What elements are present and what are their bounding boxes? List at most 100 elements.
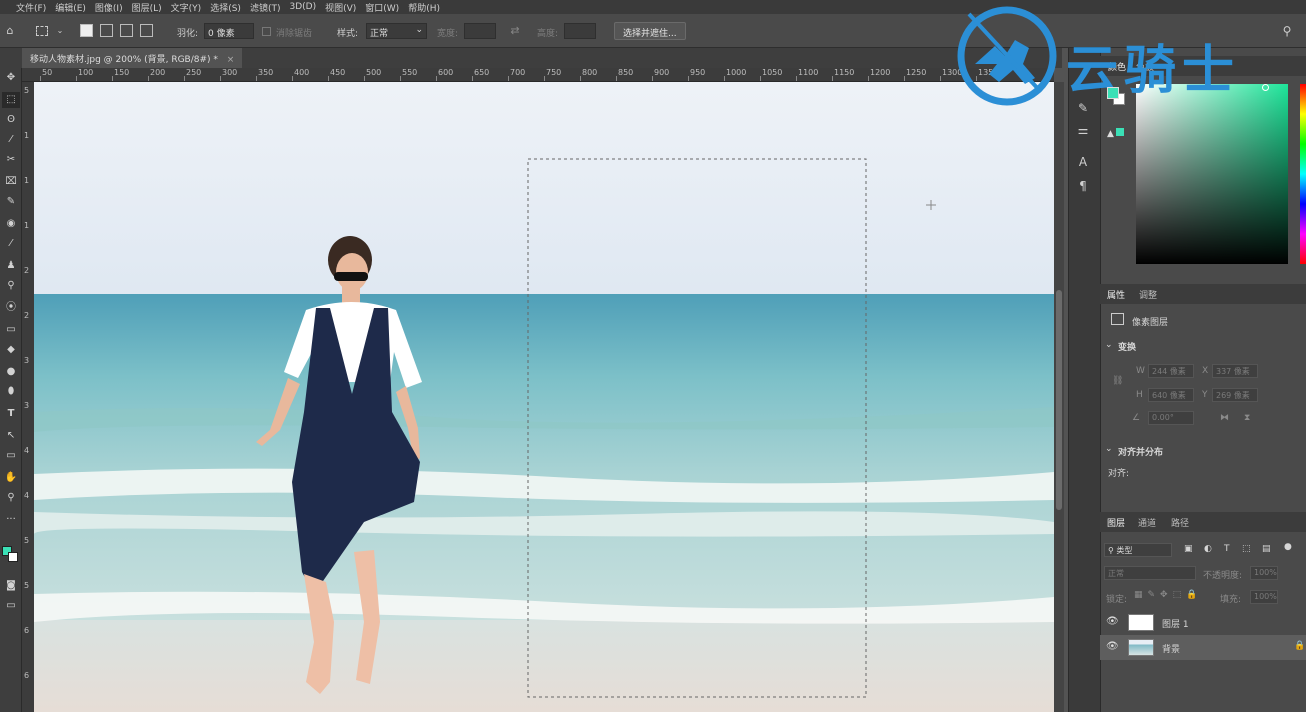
history-brush-tool-icon[interactable]: ⚲ xyxy=(2,278,20,294)
marquee-tool-preset-icon[interactable] xyxy=(36,26,48,36)
transform-height-input[interactable]: 640 像素 xyxy=(1148,388,1194,402)
transform-y-input[interactable]: 269 像素 xyxy=(1212,388,1258,402)
blend-mode-select[interactable]: 正常 xyxy=(1104,566,1196,580)
height-input[interactable] xyxy=(564,23,596,39)
filter-toggle-icon[interactable]: ● xyxy=(1284,542,1292,552)
color-picker-marker[interactable] xyxy=(1262,84,1269,91)
tab-paths[interactable]: 路径 xyxy=(1171,516,1189,529)
pen-tool-icon[interactable]: ⬮ xyxy=(2,384,20,400)
close-tab-icon[interactable]: × xyxy=(227,55,235,65)
layer-name[interactable]: 背景 xyxy=(1162,642,1180,655)
filter-shape-icon[interactable]: ⬚ xyxy=(1242,544,1251,554)
tab-channels[interactable]: 通道 xyxy=(1138,516,1156,529)
transform-width-input[interactable]: 244 像素 xyxy=(1148,364,1194,378)
paragraph-icon[interactable]: ¶ xyxy=(1074,178,1092,194)
zoom-tool-icon[interactable]: ⚲ xyxy=(2,490,20,506)
healing-brush-tool-icon[interactable]: ◉ xyxy=(2,216,20,232)
flip-horizontal-icon[interactable]: ⧓ xyxy=(1220,413,1229,423)
menu-view[interactable]: 视图(V) xyxy=(325,1,356,14)
menu-edit[interactable]: 编辑(E) xyxy=(55,1,86,14)
tab-adjustments[interactable]: 调整 xyxy=(1139,288,1157,301)
swap-icon[interactable]: ⇄ xyxy=(509,25,521,37)
menu-layer[interactable]: 图层(L) xyxy=(132,1,162,14)
eyedropper-tool-icon[interactable]: ✎ xyxy=(2,194,20,210)
menu-help[interactable]: 帮助(H) xyxy=(408,1,440,14)
fill-input[interactable]: 100% xyxy=(1250,590,1278,604)
background-color-swatch[interactable] xyxy=(8,552,18,562)
type-tool-icon[interactable]: T xyxy=(2,406,20,422)
fill-label: 填充: xyxy=(1220,595,1242,605)
visibility-eye-icon[interactable]: 👁 xyxy=(1106,616,1119,627)
search-icon[interactable]: ⚲ xyxy=(1281,25,1293,37)
menu-window[interactable]: 窗口(W) xyxy=(365,1,399,14)
tab-layers[interactable]: 图层 xyxy=(1107,516,1125,529)
marquee-tool-icon[interactable]: ⬚ xyxy=(2,92,20,108)
warning-icon[interactable]: ▲ xyxy=(1107,128,1124,139)
move-tool-icon[interactable]: ✥ xyxy=(2,70,20,86)
visibility-eye-icon[interactable]: 👁 xyxy=(1106,641,1119,652)
transform-header[interactable]: 变换 xyxy=(1118,340,1136,353)
filter-type-icon[interactable]: T xyxy=(1224,544,1230,554)
add-to-selection-icon[interactable] xyxy=(100,24,113,37)
chevron-down-icon[interactable]: ⌄ xyxy=(1105,444,1113,454)
layer-row[interactable]: 👁 图层 1 xyxy=(1100,610,1306,635)
shape-tool-icon[interactable]: ▭ xyxy=(2,448,20,464)
more-tools-icon[interactable]: ··· xyxy=(2,512,20,528)
tab-properties[interactable]: 属性 xyxy=(1107,288,1125,301)
layer-row[interactable]: 👁 背景 🔒 xyxy=(1100,635,1306,660)
brush-tool-icon[interactable]: ⁄ xyxy=(2,236,20,252)
color-picker-field[interactable] xyxy=(1136,84,1288,264)
dodge-tool-icon[interactable]: ● xyxy=(2,364,20,380)
lock-options-icons[interactable]: ▦✎✥⬚🔒 xyxy=(1134,590,1202,600)
rotation-input[interactable]: 0.00° xyxy=(1148,411,1194,425)
subtract-selection-icon[interactable] xyxy=(120,24,133,37)
lock-icon: 🔒 xyxy=(1294,641,1306,651)
chevron-down-icon[interactable]: ⌄ xyxy=(54,25,66,37)
character-icon[interactable]: A xyxy=(1074,154,1092,170)
hue-slider[interactable] xyxy=(1300,84,1306,264)
lasso-tool-icon[interactable]: ʘ xyxy=(2,112,20,128)
home-icon[interactable]: ⌂ xyxy=(4,25,16,37)
align-distribute-header[interactable]: 对齐并分布 xyxy=(1118,445,1163,458)
vertical-scrollbar-thumb[interactable] xyxy=(1056,290,1062,510)
filter-pixel-icon[interactable]: ▣ xyxy=(1184,544,1193,554)
style-select[interactable]: 正常 ⌄ xyxy=(366,23,427,39)
layer-filter-select[interactable]: ⚲ 类型 xyxy=(1104,543,1172,557)
clone-stamp-tool-icon[interactable]: ♟ xyxy=(2,258,20,274)
menu-select[interactable]: 选择(S) xyxy=(210,1,241,14)
antialias-checkbox[interactable] xyxy=(262,27,271,36)
chevron-down-icon[interactable]: ⌄ xyxy=(1105,340,1113,350)
filter-adjustment-icon[interactable]: ◐ xyxy=(1204,544,1212,554)
menu-image[interactable]: 图像(I) xyxy=(95,1,123,14)
ruler-tick-mark xyxy=(292,76,293,81)
screen-mode-icon[interactable]: ▭ xyxy=(2,598,20,614)
select-and-mask-button[interactable]: 选择并遮住... xyxy=(614,22,686,40)
filter-smart-object-icon[interactable]: ▤ xyxy=(1262,544,1271,554)
transform-x-input[interactable]: 337 像素 xyxy=(1212,364,1258,378)
link-icon[interactable]: ⛓ xyxy=(1112,376,1123,386)
menu-filter[interactable]: 滤镜(T) xyxy=(250,1,281,14)
layer-name[interactable]: 图层 1 xyxy=(1162,617,1189,630)
gradient-tool-icon[interactable]: ▭ xyxy=(2,322,20,338)
quick-selection-tool-icon[interactable]: ⁄ xyxy=(2,132,20,148)
new-selection-icon[interactable] xyxy=(80,24,93,37)
frame-tool-icon[interactable]: ⌧ xyxy=(2,174,20,190)
color-foreground-swatch[interactable] xyxy=(1107,87,1119,99)
flip-vertical-icon[interactable]: ⧗ xyxy=(1244,413,1250,423)
menu-3d[interactable]: 3D(D) xyxy=(289,2,316,12)
blur-tool-icon[interactable]: ◆ xyxy=(2,342,20,358)
menu-type[interactable]: 文字(Y) xyxy=(171,1,202,14)
width-input[interactable] xyxy=(464,23,496,39)
menu-file[interactable]: 文件(F) xyxy=(16,1,46,14)
eraser-tool-icon[interactable]: ⦿ xyxy=(2,300,20,316)
crop-tool-icon[interactable]: ✂ xyxy=(2,152,20,168)
document-tab[interactable]: 移动人物素材.jpg @ 200% (背景, RGB/8#) * × xyxy=(22,48,243,68)
feather-input[interactable]: 0 像素 xyxy=(204,23,254,39)
opacity-input[interactable]: 100% xyxy=(1250,566,1278,580)
adjustments-icon[interactable]: ⚌ xyxy=(1074,122,1092,138)
document-canvas[interactable] xyxy=(34,82,1054,712)
path-selection-tool-icon[interactable]: ↖ xyxy=(2,428,20,444)
quick-mask-icon[interactable]: ◙ xyxy=(2,578,20,594)
hand-tool-icon[interactable]: ✋ xyxy=(2,470,20,486)
intersect-selection-icon[interactable] xyxy=(140,24,153,37)
